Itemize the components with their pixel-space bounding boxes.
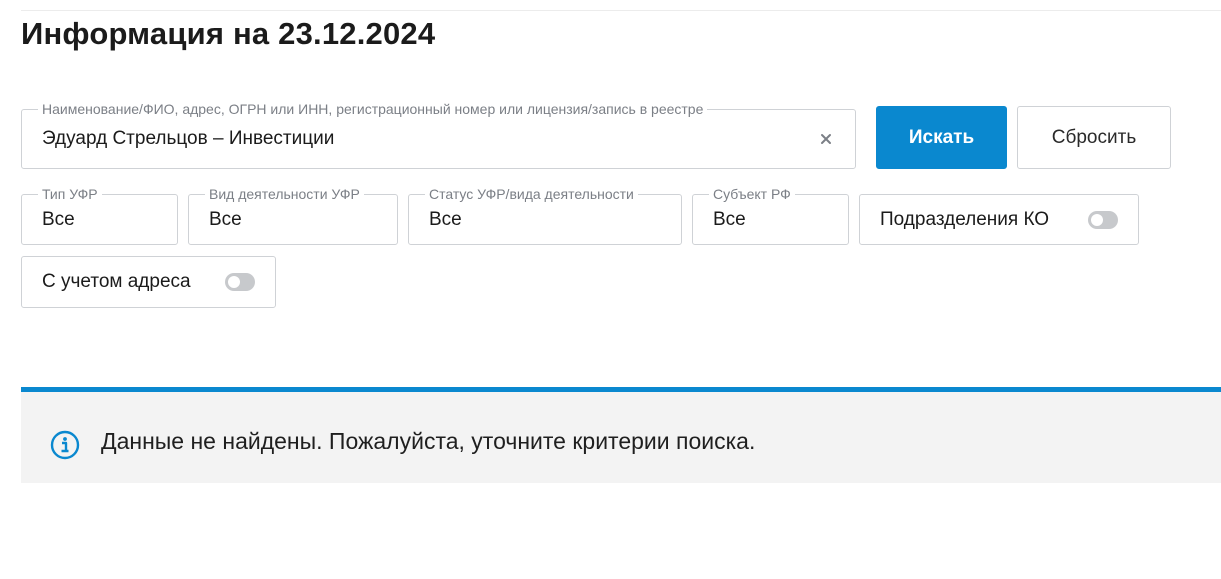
filter-type-value: Все xyxy=(42,208,75,230)
notice-text: Данные не найдены. Пожалуйста, уточните … xyxy=(101,428,756,454)
no-results-notice: Данные не найдены. Пожалуйста, уточните … xyxy=(21,387,1221,483)
toggle-knob xyxy=(1091,213,1103,226)
info-icon xyxy=(50,430,80,460)
search-field[interactable]: Наименование/ФИО, адрес, ОГРН или ИНН, р… xyxy=(21,101,856,169)
filter-activity-select[interactable]: Вид деятельности УФР Все xyxy=(188,186,398,245)
page-title: Информация на 23.12.2024 xyxy=(21,16,436,51)
filter-region-select[interactable]: Субъект РФ Все xyxy=(692,186,849,245)
address-toggle-box[interactable]: С учетом адреса xyxy=(21,256,276,308)
toggle-knob xyxy=(228,276,240,288)
top-divider xyxy=(21,10,1221,11)
subdivisions-toggle[interactable] xyxy=(1088,210,1118,229)
reset-button[interactable]: Сбросить xyxy=(1017,106,1171,169)
filter-region-value: Все xyxy=(713,208,746,230)
subdivisions-toggle-box[interactable]: Подразделения КО xyxy=(859,194,1139,245)
search-input[interactable]: Эдуард Стрельцов – Инвестиции xyxy=(42,110,334,168)
filter-type-select[interactable]: Тип УФР Все xyxy=(21,186,178,245)
filter-status-value: Все xyxy=(429,208,462,230)
close-icon[interactable] xyxy=(819,132,833,146)
subdivisions-toggle-label: Подразделения КО xyxy=(880,208,1050,230)
filter-activity-value: Все xyxy=(209,208,242,230)
filter-status-select[interactable]: Статус УФР/вида деятельности Все xyxy=(408,186,682,245)
search-button[interactable]: Искать xyxy=(876,106,1007,169)
address-toggle[interactable] xyxy=(225,273,255,291)
address-toggle-label: С учетом адреса xyxy=(42,271,191,292)
